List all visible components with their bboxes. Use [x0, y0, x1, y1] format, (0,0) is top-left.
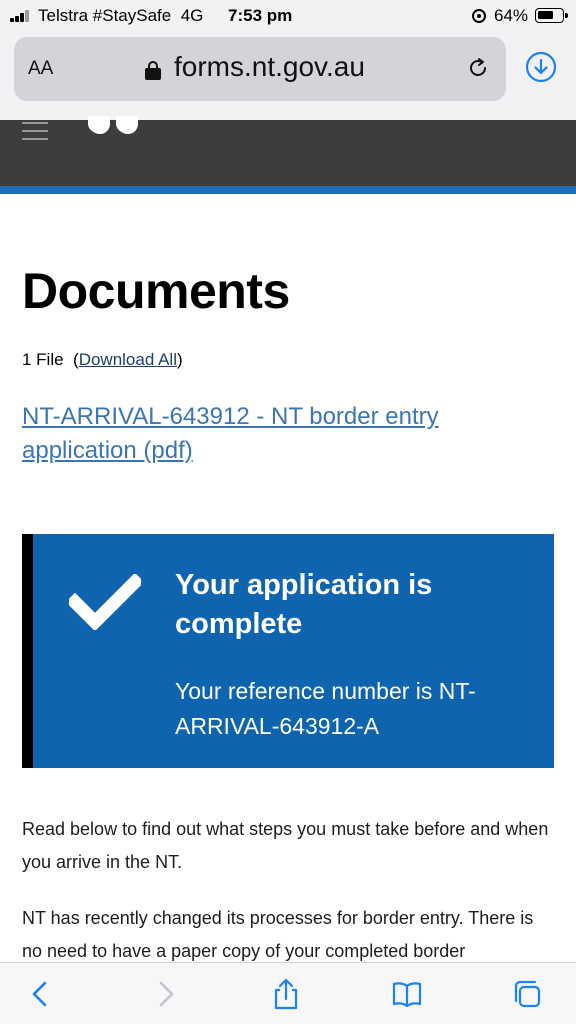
intro-paragraph: Read below to find out what steps you mu…	[22, 819, 549, 872]
document-link[interactable]: NT-ARRIVAL-643912 - NT border entry appl…	[22, 400, 522, 468]
carrier-label: Telstra #StaySafe 4G	[38, 6, 204, 25]
battery-percent: 64%	[494, 6, 529, 25]
border-process-paragraph: NT has recently changed its processes fo…	[22, 908, 534, 961]
header-accent-stripe	[0, 186, 576, 194]
reference-number: Your reference number is NT-ARRIVAL-6439…	[175, 678, 476, 739]
tabs-icon[interactable]	[510, 977, 544, 1011]
clock: 7:53 pm	[228, 6, 293, 25]
browser-chrome: AA forms.nt.gov.au	[0, 34, 576, 120]
url-text[interactable]: forms.nt.gov.au	[174, 51, 365, 83]
file-summary: 1 File (Download All)	[22, 350, 183, 369]
text-size-button[interactable]: AA	[28, 58, 53, 80]
file-count: 1 File	[22, 350, 64, 369]
battery-icon	[535, 8, 568, 23]
browser-toolbar	[0, 962, 576, 1024]
success-title: Your application is complete	[175, 569, 433, 640]
lock-icon	[145, 61, 161, 80]
bookmarks-icon[interactable]	[390, 977, 424, 1011]
orientation-lock-icon	[472, 9, 486, 23]
site-header	[0, 116, 576, 186]
download-icon[interactable]	[524, 50, 558, 84]
back-icon[interactable]	[24, 977, 58, 1011]
address-bar[interactable]: AA forms.nt.gov.au	[14, 37, 506, 101]
page-title: Documents	[22, 263, 290, 319]
status-bar: Telstra #StaySafe 4G 7:53 pm 64%	[0, 0, 576, 34]
signal-icon	[10, 10, 32, 22]
menu-icon[interactable]	[22, 120, 48, 142]
download-all-link[interactable]: Download All	[79, 350, 177, 369]
success-panel: Your application is complete Your refere…	[22, 534, 554, 768]
check-icon	[69, 574, 141, 630]
forward-icon[interactable]	[148, 977, 182, 1011]
share-icon[interactable]	[269, 977, 303, 1011]
reload-icon[interactable]	[466, 56, 490, 80]
logo[interactable]	[86, 116, 144, 134]
